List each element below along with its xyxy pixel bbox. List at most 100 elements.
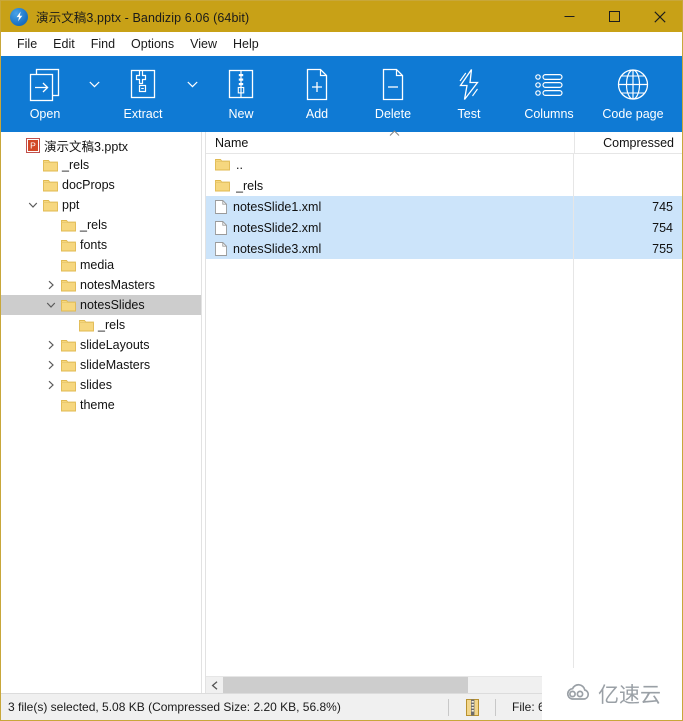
tree-node-_rels[interactable]: _rels <box>1 315 201 335</box>
file-name-cell: notesSlide2.xml <box>206 221 574 235</box>
tree-twisty-collapsed[interactable] <box>43 377 59 393</box>
column-header-compressed[interactable]: Compressed <box>574 132 682 154</box>
tree-twisty-empty <box>61 317 77 333</box>
file-name-cell: notesSlide3.xml <box>206 242 574 256</box>
file-name-cell: notesSlide1.xml <box>206 200 574 214</box>
tree-node-_rels[interactable]: _rels <box>1 155 201 175</box>
close-button[interactable] <box>637 1 682 32</box>
tree-node-label: ppt <box>62 198 79 212</box>
folder-icon <box>41 179 60 192</box>
tree-node-label: docProps <box>62 178 115 192</box>
tree-node-fonts[interactable]: fonts <box>1 235 201 255</box>
menu-item-view[interactable]: View <box>182 34 225 54</box>
columns-label: Columns <box>524 107 573 121</box>
menu-item-file[interactable]: File <box>9 34 45 54</box>
minimize-button[interactable] <box>547 1 592 32</box>
folder-icon <box>59 339 78 352</box>
codepage-label: Code page <box>602 107 663 121</box>
add-label: Add <box>306 107 328 121</box>
folder-icon <box>61 379 76 392</box>
tree-node-label: _rels <box>80 218 107 232</box>
tree-node-slidemasters[interactable]: slideMasters <box>1 355 201 375</box>
tree-twisty-collapsed[interactable] <box>43 357 59 373</box>
tree-twisty-expanded[interactable] <box>25 197 41 213</box>
new-button[interactable]: New <box>203 56 279 132</box>
tree-node-3pptx[interactable]: P演示文稿3.pptx <box>1 135 201 155</box>
tree-twisty-expanded[interactable] <box>43 297 59 313</box>
tree-twisty-empty <box>43 217 59 233</box>
menu-item-help[interactable]: Help <box>225 34 267 54</box>
scroll-left-button[interactable] <box>206 677 223 694</box>
add-button[interactable]: Add <box>279 56 355 132</box>
scrollbar-thumb[interactable] <box>223 677 468 694</box>
xml-file-icon <box>215 221 227 235</box>
tree-twisty-collapsed[interactable] <box>43 337 59 353</box>
archive-small-icon <box>449 699 495 716</box>
table-row[interactable]: notesSlide1.xml745 <box>206 196 682 217</box>
open-dropdown-button[interactable] <box>83 56 105 132</box>
delete-label: Delete <box>375 107 411 121</box>
tree-node-media[interactable]: media <box>1 255 201 275</box>
window-title: 演示文稿3.pptx - Bandizip 6.06 (64bit) <box>36 7 249 26</box>
folder-tree[interactable]: P演示文稿3.pptx_relsdocPropsppt_relsfontsmed… <box>1 132 201 693</box>
tree-twisty-collapsed[interactable] <box>43 277 59 293</box>
status-archive-info: File: 61, Folder: 0, Archive <box>496 694 682 721</box>
table-row[interactable]: notesSlide2.xml 754 <box>206 217 682 238</box>
columns-list-icon <box>531 65 567 105</box>
open-archive-icon <box>26 65 64 105</box>
menu-item-find[interactable]: Find <box>83 34 123 54</box>
table-row[interactable]: _rels <box>206 175 682 196</box>
folder-icon <box>215 179 230 192</box>
xml-file-icon <box>215 221 227 235</box>
maximize-button[interactable] <box>592 1 637 32</box>
chevron-down-icon <box>187 81 198 88</box>
tree-node-notesmasters[interactable]: notesMasters <box>1 275 201 295</box>
column-header-name[interactable]: Name <box>206 132 574 154</box>
file-name-label: notesSlide2.xml <box>233 221 321 235</box>
test-button[interactable]: Test <box>431 56 507 132</box>
folder-icon <box>43 159 58 172</box>
extract-button[interactable]: Extract <box>105 56 181 132</box>
delete-button[interactable]: Delete <box>355 56 431 132</box>
tree-node-slides[interactable]: slides <box>1 375 201 395</box>
tree-node-label: media <box>80 258 114 272</box>
folder-icon <box>59 219 78 232</box>
file-compressed-cell: 745 <box>574 200 682 214</box>
new-label: New <box>228 107 253 121</box>
tree-node-_rels[interactable]: _rels <box>1 215 201 235</box>
extract-dropdown-button[interactable] <box>181 56 203 132</box>
columns-button[interactable]: Columns <box>507 56 591 132</box>
tree-node-label: theme <box>80 398 115 412</box>
sort-ascending-icon <box>388 128 400 138</box>
open-label: Open <box>30 107 61 121</box>
tree-node-label: slideMasters <box>80 358 150 372</box>
table-row[interactable]: .. <box>206 154 682 175</box>
file-compressed-cell: 754 <box>574 221 682 235</box>
chevron-down-icon <box>28 200 38 210</box>
horizontal-scrollbar[interactable] <box>206 676 682 693</box>
file-list-body[interactable]: .._relsnotesSlide1.xml745notesSlide2.xml… <box>206 154 682 676</box>
chevron-right-icon <box>46 280 56 290</box>
codepage-button[interactable]: Code page <box>591 56 675 132</box>
open-button[interactable]: Open <box>7 56 83 132</box>
xml-file-icon <box>215 200 227 214</box>
tree-node-notesslides[interactable]: notesSlides <box>1 295 201 315</box>
menu-item-options[interactable]: Options <box>123 34 182 54</box>
tree-twisty-empty <box>43 237 59 253</box>
table-row[interactable]: notesSlide3.xml755 <box>206 238 682 259</box>
new-archive-icon <box>225 65 257 105</box>
column-header-name-label: Name <box>215 136 248 150</box>
file-name-cell: _rels <box>206 179 574 193</box>
menu-item-edit[interactable]: Edit <box>45 34 83 54</box>
folder-icon <box>61 339 76 352</box>
tree-node-slidelayouts[interactable]: slideLayouts <box>1 335 201 355</box>
tree-node-theme[interactable]: theme <box>1 395 201 415</box>
tree-node-docprops[interactable]: docProps <box>1 175 201 195</box>
folder-icon <box>61 279 76 292</box>
scrollbar-track[interactable] <box>223 677 682 694</box>
menu-bar: File Edit Find Options View Help <box>1 32 682 56</box>
folder-icon <box>43 199 58 212</box>
tree-node-ppt[interactable]: ppt <box>1 195 201 215</box>
globe-icon <box>615 65 651 105</box>
pptx-file-icon: P <box>23 138 42 153</box>
